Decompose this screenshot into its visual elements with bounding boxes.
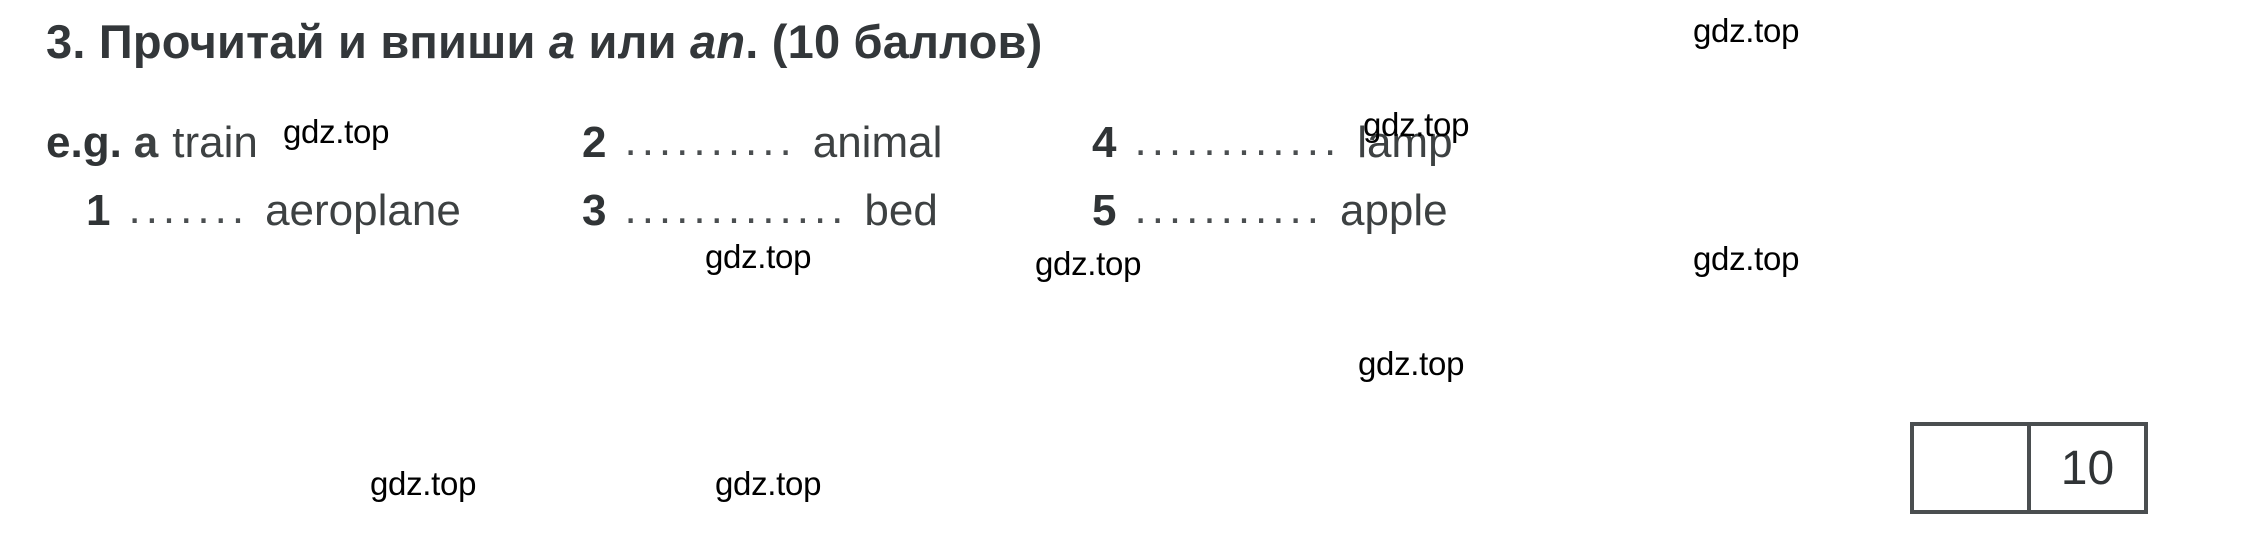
task-heading: 3. Прочитай и впиши a или an. (10 баллов… — [46, 16, 1042, 68]
task-conjunction: или — [588, 15, 677, 68]
exercise-item-1: 1 ....... aeroplane — [86, 184, 461, 256]
exercise-page: 3. Прочитай и впиши a или an. (10 баллов… — [0, 0, 2266, 536]
article-an-italic: an — [689, 15, 746, 68]
exercise-item-5: 5 ........... apple — [1092, 184, 1448, 256]
example-label: e.g. — [46, 118, 122, 167]
watermark: gdz.top — [370, 465, 477, 502]
item-number: 4 — [1092, 118, 1117, 167]
example-article: a — [133, 118, 159, 167]
task-number: 3. — [46, 15, 86, 68]
item-number: 3 — [582, 186, 607, 235]
answer-blank-2[interactable]: .......... — [624, 116, 796, 166]
task-points: (10 баллов) — [771, 15, 1043, 68]
item-word: animal — [812, 118, 943, 167]
item-number: 2 — [582, 118, 607, 167]
watermark: gdz.top — [1363, 106, 1470, 143]
answer-blank-3[interactable]: ............. — [624, 184, 848, 234]
article-a-italic: a — [548, 15, 576, 68]
watermark: gdz.top — [705, 238, 812, 275]
watermark: gdz.top — [283, 113, 390, 150]
item-number: 5 — [1092, 186, 1117, 235]
watermark: gdz.top — [715, 465, 822, 502]
exercise-example-row: e.g. a train — [46, 118, 258, 188]
task-instruction: Прочитай и впиши — [98, 15, 536, 68]
answer-blank-5[interactable]: ........... — [1134, 184, 1323, 234]
item-word: apple — [1339, 186, 1448, 235]
item-word: aeroplane — [265, 186, 461, 235]
score-answer-cell[interactable] — [1914, 426, 2031, 510]
score-box: 10 — [1910, 422, 2148, 514]
watermark: gdz.top — [1035, 245, 1142, 282]
exercise-item-2: 2 .......... animal — [582, 116, 943, 188]
task-period: . — [745, 15, 759, 68]
example-word: train — [172, 118, 258, 167]
item-word: bed — [864, 186, 938, 235]
score-max-cell: 10 — [2060, 441, 2115, 495]
item-number: 1 — [86, 186, 111, 235]
answer-blank-4[interactable]: ............ — [1134, 116, 1341, 166]
answer-blank-1[interactable]: ....... — [128, 184, 249, 234]
watermark: gdz.top — [1693, 12, 1800, 49]
watermark: gdz.top — [1693, 240, 1800, 277]
watermark: gdz.top — [1358, 345, 1465, 382]
